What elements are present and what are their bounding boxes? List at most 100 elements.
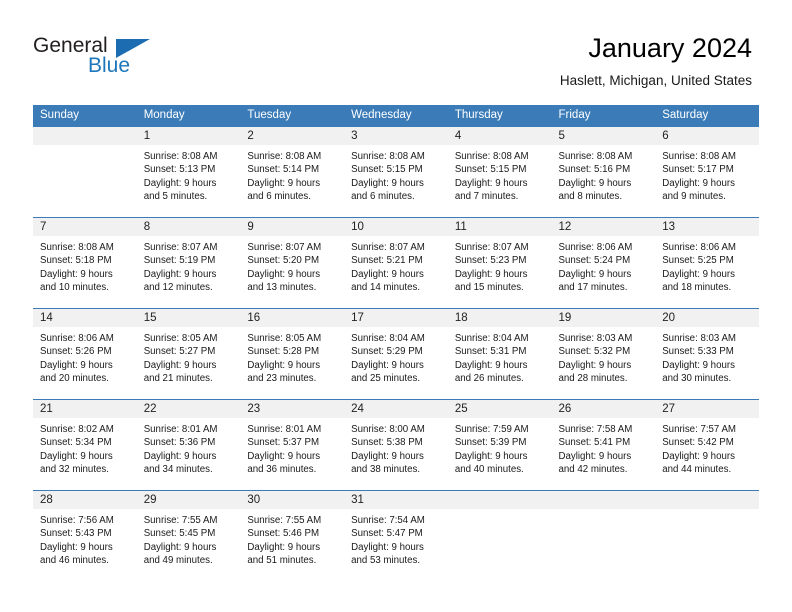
daylight-text-line1: Daylight: 9 hours <box>247 450 321 462</box>
sunrise-text: Sunrise: 7:58 AM <box>558 424 633 435</box>
calendar-day-cell[interactable]: 13 Sunrise: 8:06 AM Sunset: 5:25 PM Dayligh… <box>655 218 759 309</box>
sunrise-text: Sunrise: 8:01 AM <box>143 424 218 435</box>
calendar-day-cell[interactable]: 10 Sunrise: 8:07 AM Sunset: 5:21 PM Dayligh… <box>344 218 448 309</box>
daylight-text-line2: and 42 minutes. <box>558 464 628 476</box>
day-details: Sunrise: 8:08 AM Sunset: 5:14 PM Daylight:… <box>240 145 344 204</box>
sunrise-text: Sunrise: 8:01 AM <box>247 424 322 435</box>
day-number-band <box>551 491 656 509</box>
daylight-text-line2: and 12 minutes. <box>143 282 213 294</box>
calendar-day-cell[interactable]: 15 Sunrise: 8:05 AM Sunset: 5:27 PM Dayligh… <box>136 309 241 400</box>
calendar-day-cell[interactable]: 26 Sunrise: 7:58 AM Sunset: 5:41 PM Dayligh… <box>551 400 656 491</box>
daylight-text-line2: and 15 minutes. <box>454 282 524 294</box>
daylight-text-line1: Daylight: 9 hours <box>351 359 424 371</box>
calendar-day-cell[interactable]: 11 Sunrise: 8:07 AM Sunset: 5:23 PM Dayligh… <box>447 218 552 309</box>
calendar-day-cell[interactable]: 21 Sunrise: 8:02 AM Sunset: 5:34 PM Dayligh… <box>33 400 137 491</box>
calendar-day-cell-empty <box>447 491 552 582</box>
day-number: 24 <box>351 403 364 415</box>
daylight-text-line1: Daylight: 9 hours <box>558 359 632 371</box>
calendar-day-cell[interactable]: 30 Sunrise: 7:55 AM Sunset: 5:46 PM Dayligh… <box>240 491 345 582</box>
day-number: 25 <box>454 403 468 415</box>
daylight-text-line2: and 49 minutes. <box>143 555 213 567</box>
day-details: Sunrise: 7:58 AM Sunset: 5:41 PM Daylight:… <box>552 418 656 477</box>
calendar-day-cell[interactable]: 16 Sunrise: 8:05 AM Sunset: 5:28 PM Dayligh… <box>240 309 345 400</box>
calendar-day-cell[interactable]: 12 Sunrise: 8:06 AM Sunset: 5:24 PM Dayligh… <box>551 218 656 309</box>
calendar-day-cell[interactable]: 2 Sunrise: 8:08 AM Sunset: 5:14 PM Daylight… <box>240 127 345 218</box>
calendar-page: General Blue January 2024 Haslett, Michi… <box>0 0 792 612</box>
calendar-body: 1 Sunrise: 8:08 AM Sunset: 5:13 PM Daylight… <box>33 126 759 582</box>
day-number-band <box>655 491 759 509</box>
sunset-text: Sunset: 5:32 PM <box>558 346 631 358</box>
day-details: Sunrise: 7:56 AM Sunset: 5:43 PM Daylight:… <box>33 509 137 568</box>
sunrise-text: Sunrise: 7:57 AM <box>662 424 736 435</box>
day-number-band: 10 <box>344 218 448 236</box>
sunset-text: Sunset: 5:43 PM <box>40 528 112 540</box>
calendar-day-cell[interactable]: 8 Sunrise: 8:07 AM Sunset: 5:19 PM Daylight… <box>136 218 241 309</box>
calendar-day-cell[interactable]: 9 Sunrise: 8:07 AM Sunset: 5:20 PM Daylight… <box>240 218 345 309</box>
calendar-day-cell[interactable]: 24 Sunrise: 8:00 AM Sunset: 5:38 PM Dayligh… <box>344 400 448 491</box>
calendar-day-cell[interactable]: 28 Sunrise: 7:56 AM Sunset: 5:43 PM Dayligh… <box>33 491 137 582</box>
daylight-text-line1: Daylight: 9 hours <box>143 541 217 553</box>
calendar-day-cell[interactable]: 7 Sunrise: 8:08 AM Sunset: 5:18 PM Daylight… <box>33 218 137 309</box>
calendar-day-cell[interactable]: 31 Sunrise: 7:54 AM Sunset: 5:47 PM Dayligh… <box>344 491 448 582</box>
daylight-text-line2: and 32 minutes. <box>40 464 109 476</box>
calendar-day-cell[interactable]: 29 Sunrise: 7:55 AM Sunset: 5:45 PM Dayligh… <box>136 491 241 582</box>
weekday-header-saturday: Saturday <box>655 105 759 127</box>
calendar-day-cell[interactable]: 22 Sunrise: 8:01 AM Sunset: 5:36 PM Dayligh… <box>136 400 241 491</box>
day-details: Sunrise: 8:06 AM Sunset: 5:24 PM Daylight:… <box>552 236 656 295</box>
day-number-band: 7 <box>33 218 137 236</box>
day-details: Sunrise: 8:08 AM Sunset: 5:16 PM Daylight:… <box>552 145 656 204</box>
calendar-day-cell[interactable]: 4 Sunrise: 8:08 AM Sunset: 5:15 PM Daylight… <box>447 127 552 218</box>
calendar-day-cell[interactable]: 1 Sunrise: 8:08 AM Sunset: 5:13 PM Daylight… <box>136 127 241 218</box>
day-number-band: 28 <box>33 491 137 509</box>
calendar-day-cell[interactable]: 25 Sunrise: 7:59 AM Sunset: 5:39 PM Dayligh… <box>447 400 552 491</box>
sunrise-text: Sunrise: 8:08 AM <box>558 151 633 162</box>
daylight-text-line1: Daylight: 9 hours <box>558 177 632 189</box>
sunset-text: Sunset: 5:25 PM <box>662 255 734 267</box>
calendar-day-cell[interactable]: 5 Sunrise: 8:08 AM Sunset: 5:16 PM Daylight… <box>551 127 656 218</box>
daylight-text-line2: and 8 minutes. <box>558 191 623 203</box>
daylight-text-line1: Daylight: 9 hours <box>454 268 528 280</box>
day-number-band <box>33 127 137 145</box>
day-number: 2 <box>247 130 254 142</box>
daylight-text-line1: Daylight: 9 hours <box>351 268 424 280</box>
sunrise-text: Sunrise: 8:08 AM <box>662 151 736 162</box>
calendar-day-cell[interactable]: 27 Sunrise: 7:57 AM Sunset: 5:42 PM Dayligh… <box>655 400 759 491</box>
logo-text-blue: Blue <box>88 54 131 77</box>
calendar-day-cell[interactable]: 18 Sunrise: 8:04 AM Sunset: 5:31 PM Dayligh… <box>447 309 552 400</box>
day-number-band: 5 <box>551 127 656 145</box>
day-details: Sunrise: 8:08 AM Sunset: 5:18 PM Daylight:… <box>33 236 137 295</box>
day-number-band: 13 <box>655 218 759 236</box>
page-title: January 2024 <box>588 33 752 63</box>
calendar-day-cell[interactable]: 17 Sunrise: 8:04 AM Sunset: 5:29 PM Dayligh… <box>344 309 448 400</box>
day-number: 4 <box>454 130 462 142</box>
calendar-day-cell[interactable]: 3 Sunrise: 8:08 AM Sunset: 5:15 PM Daylight… <box>344 127 448 218</box>
calendar-day-cell[interactable]: 6 Sunrise: 8:08 AM Sunset: 5:17 PM Daylight… <box>655 127 759 218</box>
daylight-text-line1: Daylight: 9 hours <box>40 541 113 553</box>
calendar-day-cell-empty <box>655 491 759 582</box>
calendar-day-cell[interactable]: 20 Sunrise: 8:03 AM Sunset: 5:33 PM Dayligh… <box>655 309 759 400</box>
day-details: Sunrise: 7:59 AM Sunset: 5:39 PM Daylight:… <box>448 418 552 477</box>
daylight-text-line2: and 18 minutes. <box>662 282 732 294</box>
day-number-band: 22 <box>136 400 241 418</box>
day-details: Sunrise: 8:08 AM Sunset: 5:17 PM Daylight:… <box>655 145 759 204</box>
sunset-text: Sunset: 5:31 PM <box>454 346 527 358</box>
day-number: 13 <box>662 221 676 233</box>
calendar-day-cell[interactable]: 19 Sunrise: 8:03 AM Sunset: 5:32 PM Dayligh… <box>551 309 656 400</box>
daylight-text-line1: Daylight: 9 hours <box>143 450 217 462</box>
calendar-table: Sunday Monday Tuesday Wednesday Thursday… <box>33 105 759 581</box>
calendar-day-cell-empty <box>551 491 656 582</box>
sunrise-text: Sunrise: 8:05 AM <box>247 333 322 344</box>
day-number: 21 <box>40 403 53 415</box>
day-number: 22 <box>143 403 157 415</box>
calendar-day-cell[interactable]: 23 Sunrise: 8:01 AM Sunset: 5:37 PM Dayligh… <box>240 400 345 491</box>
day-details: Sunrise: 8:06 AM Sunset: 5:25 PM Daylight:… <box>655 236 759 295</box>
page-header: General Blue January 2024 Haslett, Michi… <box>0 0 792 100</box>
day-number-band: 4 <box>447 127 552 145</box>
daylight-text-line1: Daylight: 9 hours <box>558 268 632 280</box>
daylight-text-line1: Daylight: 9 hours <box>247 541 321 553</box>
sunset-text: Sunset: 5:15 PM <box>351 164 423 176</box>
day-number: 23 <box>247 403 261 415</box>
sunset-text: Sunset: 5:18 PM <box>40 255 112 267</box>
calendar-day-cell-empty <box>33 127 137 218</box>
calendar-day-cell[interactable]: 14 Sunrise: 8:06 AM Sunset: 5:26 PM Dayligh… <box>33 309 137 400</box>
